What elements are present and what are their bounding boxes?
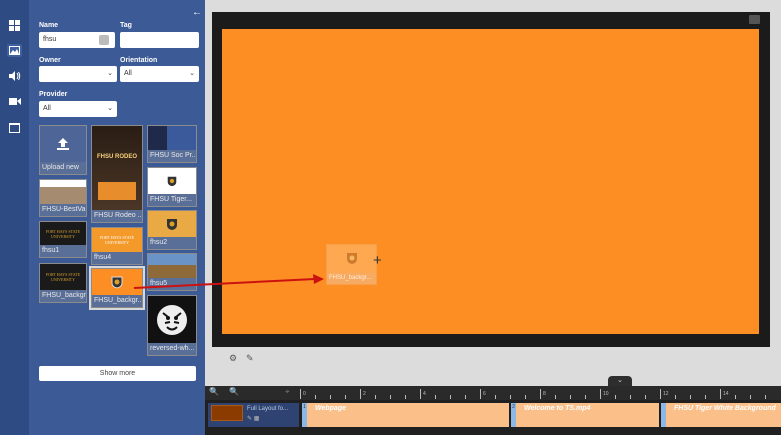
ruler-minor-tick	[390, 395, 391, 399]
ruler-minor-tick	[405, 395, 406, 399]
clip-number: 2	[512, 404, 515, 410]
zoom-in-icon[interactable]: 🔍	[209, 387, 219, 396]
ruler-minor-tick	[705, 395, 706, 399]
track-header[interactable]: Full Layout fo... ✎ ▦	[208, 403, 299, 427]
clip-number: 3	[662, 404, 665, 410]
ruler-minor-tick	[555, 395, 556, 399]
clip-label: Welcome to TS.mp4	[524, 405, 591, 412]
ruler-minor-tick	[495, 395, 496, 399]
timeline-toggle-chevron-icon[interactable]: ⌄	[608, 376, 632, 386]
ruler-minor-tick	[765, 395, 766, 399]
ruler-minor-tick	[690, 395, 691, 399]
edit-icon[interactable]: ✎	[246, 353, 254, 364]
timeline-ruler: 🔍 🔍 ⌖ 0 2 4 6 8 10 12 14	[205, 386, 781, 400]
clip-label: Webpage	[315, 405, 346, 412]
ruler-minor-tick	[525, 395, 526, 399]
ruler-minor-tick	[450, 395, 451, 399]
ruler-minor-tick	[510, 395, 511, 399]
track-edit-icon[interactable]: ✎ ▦	[247, 415, 259, 422]
fit-icon[interactable]: ⌖	[285, 387, 290, 397]
ruler-minor-tick	[645, 395, 646, 399]
ruler-minor-tick	[345, 395, 346, 399]
ruler-minor-tick	[585, 395, 586, 399]
ruler-minor-tick	[435, 395, 436, 399]
clip-label: FHSU Tiger White Background	[674, 405, 776, 412]
drag-arrow	[133, 274, 324, 289]
ruler-minor-tick	[315, 395, 316, 399]
ruler-tick	[300, 389, 301, 399]
ruler-tick-label: 2	[363, 391, 366, 397]
ruler-minor-tick	[735, 395, 736, 399]
ruler-tick	[540, 389, 541, 399]
ruler-tick	[480, 389, 481, 399]
zoom-out-icon[interactable]: 🔍	[229, 387, 239, 396]
ruler-tick-label: 8	[543, 391, 546, 397]
ruler-tick	[420, 389, 421, 399]
ruler-tick	[600, 389, 601, 399]
ruler-tick	[360, 389, 361, 399]
ruler-minor-tick	[675, 395, 676, 399]
ruler-minor-tick	[630, 395, 631, 399]
ruler-minor-tick	[465, 395, 466, 399]
track-name: Full Layout fo...	[247, 406, 289, 412]
ruler-tick-label: 10	[603, 391, 609, 397]
ruler-tick-label: 4	[423, 391, 426, 397]
ruler-minor-tick	[570, 395, 571, 399]
timeline-clip[interactable]: 3 FHSU Tiger White Background	[661, 403, 781, 427]
ruler-tick	[720, 389, 721, 399]
ruler-tick-label: 14	[723, 391, 729, 397]
timeline-clip[interactable]: 2 Welcome to TS.mp4	[511, 403, 659, 427]
timeline-clip[interactable]: 1 Webpage	[302, 403, 509, 427]
ruler-minor-tick	[750, 395, 751, 399]
timeline: 🔍 🔍 ⌖ 0 2 4 6 8 10 12 14 Full Layout fo... ✎ ▦ …	[205, 386, 781, 435]
ruler-minor-tick	[375, 395, 376, 399]
ruler-tick	[660, 389, 661, 399]
clip-number: 1	[303, 404, 306, 410]
settings-icon[interactable]: ⚙	[229, 353, 237, 364]
ruler-tick-label: 12	[663, 391, 669, 397]
track-color-swatch	[211, 405, 243, 421]
ruler-tick-label: 0	[303, 391, 306, 397]
ruler-minor-tick	[615, 395, 616, 399]
ruler-minor-tick	[330, 395, 331, 399]
ruler-tick-label: 6	[483, 391, 486, 397]
